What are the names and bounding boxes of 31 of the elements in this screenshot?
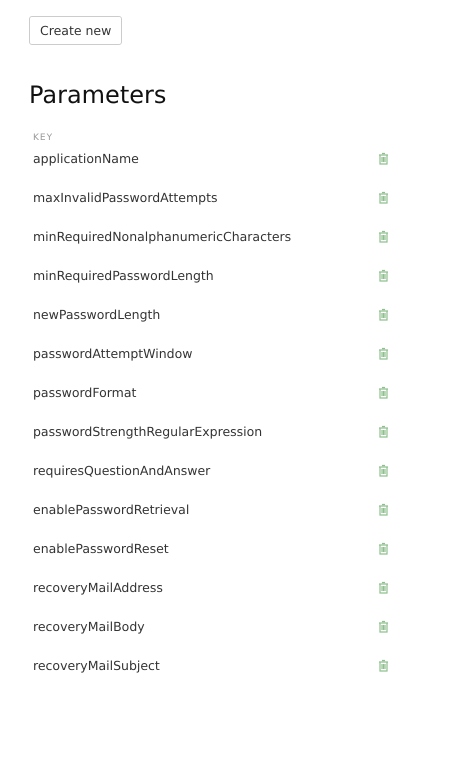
- parameter-key: passwordFormat: [33, 385, 136, 400]
- parameter-key: recoveryMailBody: [33, 619, 145, 634]
- page-heading: Parameters: [29, 81, 168, 109]
- parameter-key: enablePasswordRetrieval: [33, 502, 190, 517]
- parameter-key: maxInvalidPasswordAttempts: [33, 190, 218, 205]
- trash-icon[interactable]: [378, 581, 389, 594]
- trash-icon[interactable]: [378, 386, 389, 399]
- trash-icon[interactable]: [378, 152, 389, 165]
- parameter-key: passwordStrengthRegularExpression: [33, 424, 262, 439]
- parameter-key: applicationName: [33, 151, 139, 166]
- trash-icon[interactable]: [378, 230, 389, 243]
- parameter-key: minRequiredNonalphanumericCharacters: [33, 229, 292, 244]
- trash-icon[interactable]: [378, 425, 389, 438]
- trash-icon[interactable]: [378, 269, 389, 282]
- trash-icon[interactable]: [378, 308, 389, 321]
- create-new-button[interactable]: Create new: [29, 16, 122, 45]
- trash-icon[interactable]: [378, 464, 389, 477]
- trash-icon[interactable]: [378, 503, 389, 516]
- column-header: KEY: [33, 133, 54, 143]
- parameter-key: enablePasswordReset: [33, 541, 169, 556]
- parameter-key: requiresQuestionAndAnswer: [33, 463, 210, 478]
- trash-icon[interactable]: [378, 542, 389, 555]
- parameter-key: newPasswordLength: [33, 307, 160, 322]
- trash-icon[interactable]: [378, 659, 389, 672]
- parameter-key: recoveryMailAddress: [33, 580, 163, 595]
- trash-icon[interactable]: [378, 191, 389, 204]
- parameter-key: minRequiredPasswordLength: [33, 268, 214, 283]
- trash-icon[interactable]: [378, 347, 389, 360]
- parameter-key: recoveryMailSubject: [33, 658, 160, 673]
- parameter-key: passwordAttemptWindow: [33, 346, 192, 361]
- trash-icon[interactable]: [378, 620, 389, 633]
